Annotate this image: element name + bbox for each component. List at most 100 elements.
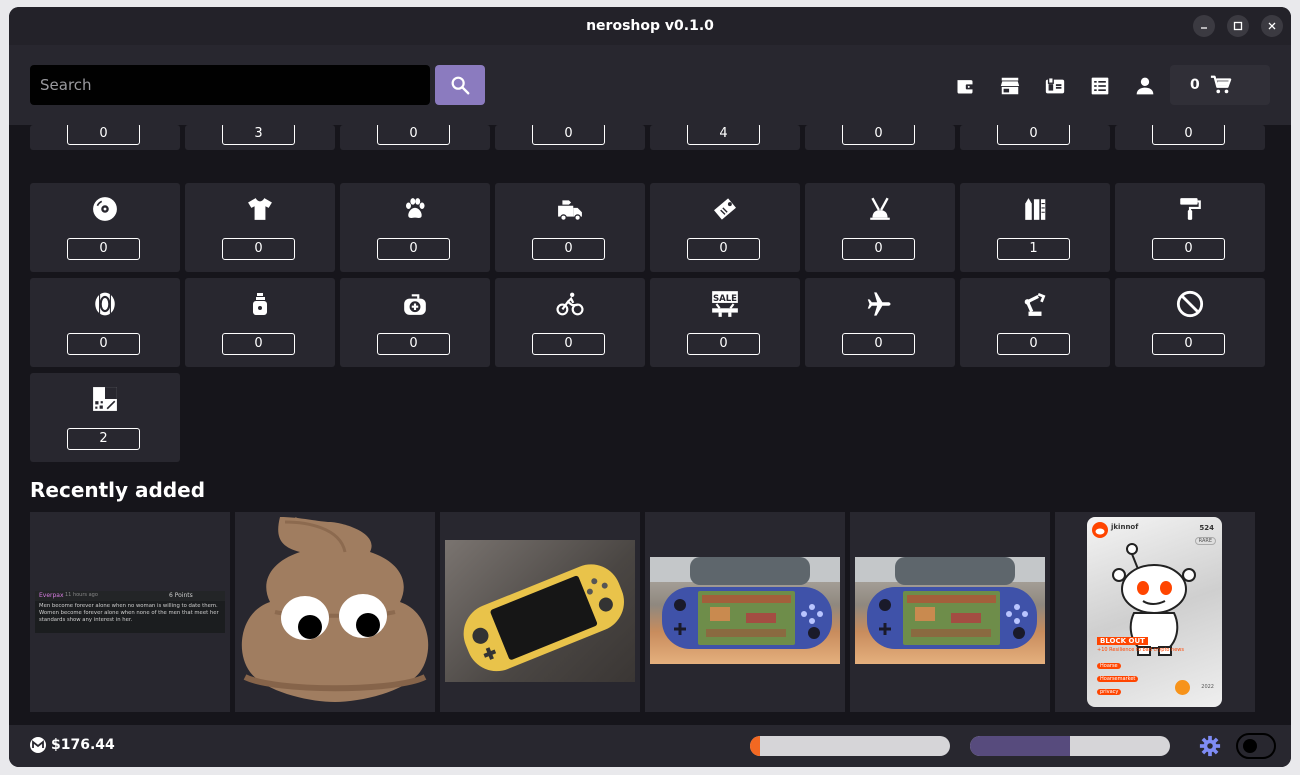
category-tile[interactable]: 0 xyxy=(1115,278,1265,367)
close-icon xyxy=(1268,22,1276,30)
product-card[interactable]: jkinnof 524 RARE BLOCK OUT +10 Resilienc… xyxy=(1055,512,1255,712)
avatar-subline: +10 Resilience to bad crypto news xyxy=(1097,647,1184,653)
first-aid-kit-icon xyxy=(404,294,426,315)
status-bar: $176.44 xyxy=(9,725,1291,767)
inventory-icon xyxy=(1045,77,1065,94)
category-count: 0 xyxy=(67,333,140,355)
reddit-logo-icon xyxy=(1092,522,1108,538)
category-tile[interactable]: 0 xyxy=(805,278,955,367)
category-count: 0 xyxy=(842,333,915,355)
minimize-button[interactable] xyxy=(1193,15,1215,37)
category-tile[interactable]: 0 xyxy=(805,125,955,150)
category-tile[interactable]: 0 xyxy=(30,183,180,272)
category-tile[interactable]: 3 xyxy=(185,125,335,150)
category-count: 0 xyxy=(532,333,605,355)
books-icon xyxy=(1025,198,1046,220)
category-count: 0 xyxy=(842,238,915,260)
robot-arm-icon xyxy=(1024,292,1046,316)
comment-user: Everpax xyxy=(39,592,64,599)
store-button[interactable] xyxy=(999,75,1021,97)
category-tile[interactable]: 0 xyxy=(340,125,490,150)
toggle-knob xyxy=(1243,739,1257,753)
window-title: neroshop v0.1.0 xyxy=(586,18,714,34)
product-card[interactable] xyxy=(850,512,1050,712)
category-tile[interactable]: 0 xyxy=(340,183,490,272)
top-header: 0 xyxy=(9,45,1291,125)
category-tile[interactable]: 0 xyxy=(1115,183,1265,272)
avatar-tag: Hoarse xyxy=(1097,663,1121,669)
category-tile[interactable]: 0 xyxy=(495,125,645,150)
category-tile[interactable]: 1 xyxy=(960,183,1110,272)
category-tile[interactable]: 0 xyxy=(650,183,800,272)
title-bar: neroshop v0.1.0 xyxy=(9,7,1291,45)
product-thumbnail: Everpax 11 hours ago 6 Points Men become… xyxy=(35,591,225,633)
product-card[interactable] xyxy=(645,512,845,712)
category-tile[interactable]: 0 xyxy=(340,278,490,367)
medicine-bottle-icon xyxy=(253,293,267,315)
product-card[interactable] xyxy=(235,512,435,712)
category-tile[interactable]: 0 xyxy=(185,183,335,272)
category-tile[interactable]: 0 xyxy=(960,125,1110,150)
recently-added-heading: Recently added xyxy=(30,478,206,502)
product-card[interactable] xyxy=(440,512,640,712)
maximize-button[interactable] xyxy=(1227,15,1249,37)
category-tile[interactable]: 0 xyxy=(495,183,645,272)
category-tile[interactable]: 0 xyxy=(805,183,955,272)
category-count: 0 xyxy=(377,333,450,355)
gear-icon[interactable] xyxy=(1199,735,1221,757)
product-card[interactable]: Everpax 11 hours ago 6 Points Men become… xyxy=(30,512,230,712)
category-count: 0 xyxy=(67,125,140,145)
category-count: 0 xyxy=(1152,125,1225,145)
bicycle-icon xyxy=(556,292,584,316)
misc-pattern-icon xyxy=(93,387,117,411)
category-count: 0 xyxy=(1152,333,1225,355)
wallet-button[interactable] xyxy=(954,75,976,97)
category-count: 2 xyxy=(67,428,140,450)
category-count: 1 xyxy=(997,238,1070,260)
truck-icon xyxy=(558,200,582,222)
sync-progress-bar xyxy=(750,736,950,756)
airplane-icon xyxy=(867,292,891,316)
close-button[interactable] xyxy=(1261,15,1283,37)
category-tile[interactable]: 0 xyxy=(30,278,180,367)
category-count: 0 xyxy=(1152,238,1225,260)
category-count: 0 xyxy=(687,333,760,355)
poop-emoji-image xyxy=(241,517,429,702)
avatar-coin xyxy=(1175,680,1190,695)
search-input[interactable] xyxy=(30,65,430,105)
comment-time: 11 hours ago xyxy=(65,592,98,598)
category-tile[interactable]: SALE 0 xyxy=(650,278,800,367)
category-count: 3 xyxy=(222,125,295,145)
category-tile[interactable]: 0 xyxy=(30,125,180,150)
product-thumbnail xyxy=(445,540,635,682)
category-count: 0 xyxy=(377,238,450,260)
category-tile[interactable]: 0 xyxy=(495,278,645,367)
cart-button[interactable]: 0 xyxy=(1170,65,1270,105)
category-count: 0 xyxy=(377,125,450,145)
avatar-number: 524 xyxy=(1199,524,1214,532)
sync-progress-fill xyxy=(750,736,760,756)
category-tile[interactable]: 0 xyxy=(960,278,1110,367)
category-count: 0 xyxy=(67,238,140,260)
category-count: 0 xyxy=(222,238,295,260)
inventory-button[interactable] xyxy=(1044,75,1066,97)
dark-mode-toggle[interactable] xyxy=(1236,733,1276,759)
category-tile[interactable]: 4 xyxy=(650,125,800,150)
paw-icon xyxy=(406,198,425,218)
sale-sign-icon: SALE xyxy=(712,291,738,317)
search-button[interactable] xyxy=(435,65,485,105)
wallet-icon xyxy=(957,80,974,94)
category-tile[interactable]: 0 xyxy=(1115,125,1265,150)
category-tile[interactable]: 2 xyxy=(30,373,180,462)
category-tile[interactable]: 0 xyxy=(185,278,335,367)
account-button[interactable] xyxy=(1134,75,1156,97)
orders-icon xyxy=(1091,77,1109,95)
account-icon xyxy=(1136,77,1154,95)
orders-button[interactable] xyxy=(1089,75,1111,97)
cart-icon xyxy=(1210,75,1232,94)
wallet-balance: $176.44 xyxy=(51,737,115,753)
category-count: 0 xyxy=(997,333,1070,355)
yellow-switch-lite-image xyxy=(463,564,624,672)
minimize-icon xyxy=(1201,27,1207,29)
comment-points: 6 Points xyxy=(169,592,193,599)
